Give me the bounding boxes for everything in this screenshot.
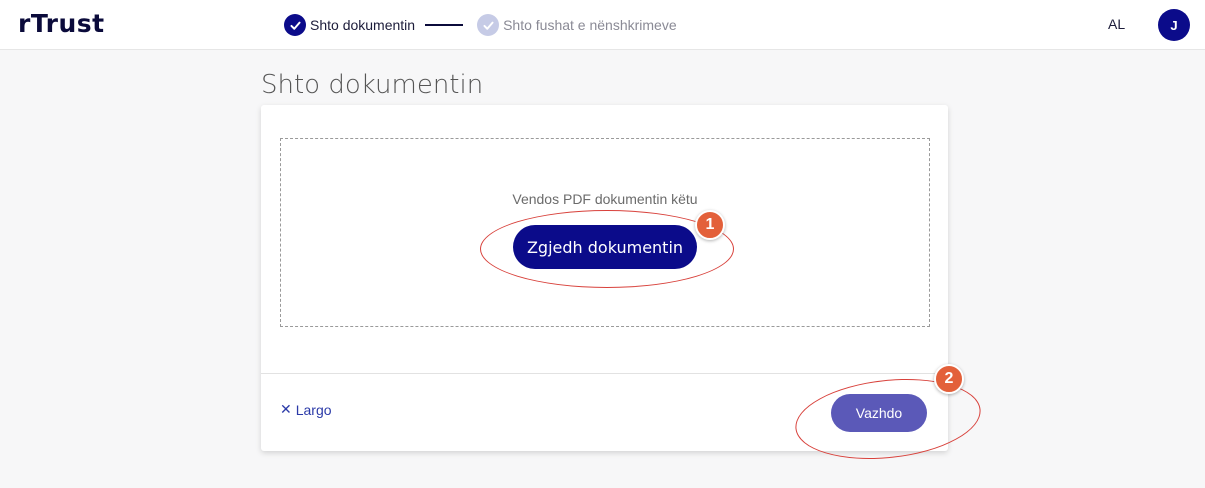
cancel-link[interactable]: ✕ Largo <box>280 401 332 418</box>
step-label: Shto fushat e nënshkrimeve <box>503 17 677 33</box>
step-add-signature-fields: Shto fushat e nënshkrimeve <box>477 14 677 36</box>
app-logo[interactable]: rTrust <box>18 9 105 38</box>
user-avatar[interactable]: J <box>1158 9 1190 41</box>
card-divider <box>261 373 948 374</box>
language-selector[interactable]: AL <box>1108 16 1125 32</box>
annotation-badge-2: 2 <box>934 364 964 394</box>
stepper: Shto dokumentin Shto fushat e nënshkrime… <box>284 13 677 37</box>
step-label: Shto dokumentin <box>310 17 416 33</box>
check-circle-icon <box>477 14 500 36</box>
top-bar: rTrust Shto dokumentin Shto fushat e nën… <box>0 0 1205 50</box>
cancel-label: Largo <box>295 401 332 418</box>
dropzone-hint: Vendos PDF dokumentin këtu <box>512 191 698 207</box>
annotation-badge-1: 1 <box>695 210 725 240</box>
page-title: Shto dokumentin <box>261 70 484 100</box>
step-add-document: Shto dokumentin <box>284 14 415 36</box>
stepper-connector <box>425 24 464 26</box>
close-icon: ✕ <box>280 401 292 417</box>
check-circle-icon <box>284 14 306 36</box>
